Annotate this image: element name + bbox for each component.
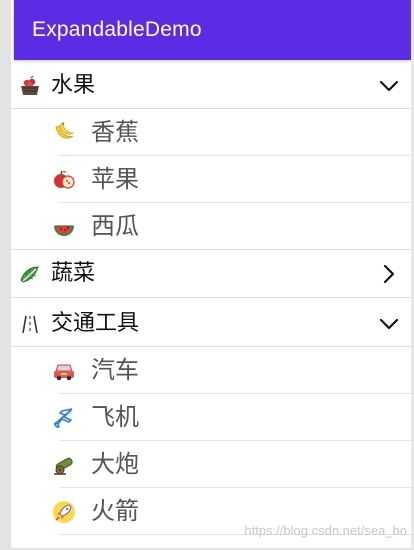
divider	[11, 108, 411, 109]
divider	[59, 202, 411, 203]
list-item-cannon[interactable]: 大炮	[11, 442, 411, 488]
group-label: 蔬菜	[51, 261, 96, 286]
group-transport[interactable]: 交通工具	[11, 300, 411, 348]
watermark-text: https://blog.csdn.net/sea_bo	[244, 523, 407, 538]
list-item-label: 火箭	[91, 497, 139, 525]
divider	[59, 440, 411, 441]
rocket-icon	[52, 500, 76, 524]
list-item-label: 大炮	[91, 450, 139, 478]
list-item-label: 香蕉	[91, 118, 139, 146]
divider	[59, 487, 411, 488]
list-item-label: 西瓜	[91, 212, 139, 240]
chevron-right-icon[interactable]	[377, 262, 401, 286]
divider	[59, 393, 411, 394]
app-bar: ExpandableDemo	[14, 0, 411, 60]
divider	[59, 155, 411, 156]
list-item-banana[interactable]: 香蕉	[11, 110, 411, 156]
fruit-basket-icon	[19, 75, 41, 97]
group-label: 水果	[51, 73, 96, 98]
chevron-down-icon[interactable]	[377, 74, 401, 98]
road-icon	[19, 313, 41, 335]
vegetable-icon	[19, 263, 41, 285]
list-item-car[interactable]: 汽车	[11, 348, 411, 394]
group-fruit[interactable]: 水果	[11, 62, 411, 110]
watermelon-icon	[52, 215, 76, 239]
car-icon	[52, 359, 76, 383]
list-item-apple[interactable]: 苹果	[11, 157, 411, 203]
list-item-label: 苹果	[91, 165, 139, 193]
divider	[11, 297, 411, 298]
list-item-airplane[interactable]: 飞机	[11, 395, 411, 441]
list-item-watermelon[interactable]: 西瓜	[11, 204, 411, 250]
group-vegetable[interactable]: 蔬菜	[11, 250, 411, 298]
banana-icon	[52, 121, 76, 145]
app-screen: ExpandableDemo 水果 香蕉 苹果 西瓜 蔬菜 交通工具 汽车 飞机…	[11, 0, 411, 548]
list-item-label: 飞机	[91, 403, 139, 431]
divider	[11, 346, 411, 347]
apple-icon	[52, 168, 76, 192]
app-title: ExpandableDemo	[32, 18, 202, 41]
group-label: 交通工具	[51, 311, 140, 336]
airplane-icon	[52, 406, 76, 430]
cannon-icon	[52, 453, 76, 477]
chevron-down-icon[interactable]	[377, 312, 401, 336]
list-item-label: 汽车	[91, 356, 139, 384]
